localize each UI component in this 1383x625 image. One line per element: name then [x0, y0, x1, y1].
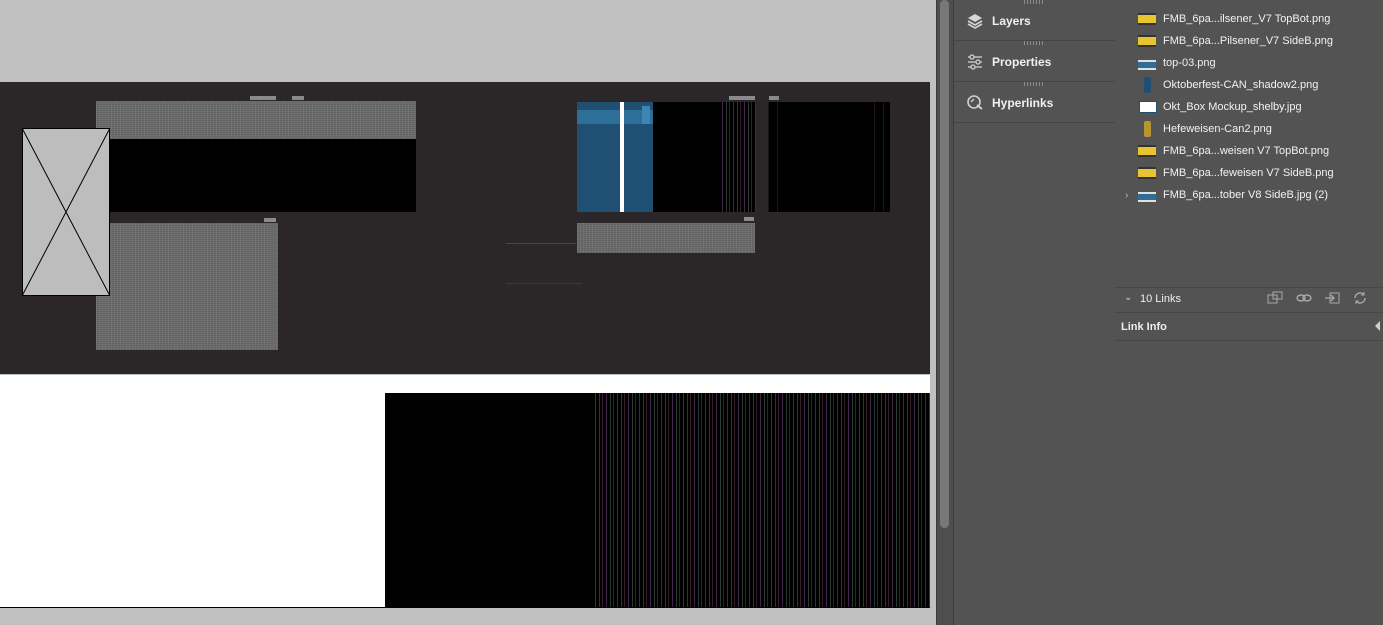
- panel-tab-layers[interactable]: Layers: [954, 2, 1115, 41]
- chain-link-icon: [965, 93, 985, 113]
- update-link-icon[interactable]: [1352, 291, 1368, 307]
- link-name: FMB_6pa...Pilsener_V7 SideB.png: [1163, 35, 1333, 47]
- blue-label-thumbnail: [1138, 192, 1156, 202]
- guide-line: [506, 243, 576, 244]
- links-count: 10 Links: [1140, 293, 1181, 305]
- label-emblem: [642, 106, 650, 124]
- blue-label-thumbnail: [1138, 60, 1156, 70]
- link-name: Hefeweisen-Can2.png: [1163, 123, 1272, 135]
- chevron-right-icon[interactable]: ›: [1125, 190, 1128, 201]
- link-name: FMB_6pa...ilsener_V7 TopBot.png: [1163, 13, 1331, 25]
- go-to-link-icon[interactable]: [1324, 291, 1340, 307]
- panel-tab-hyperlinks[interactable]: Hyperlinks: [954, 84, 1115, 123]
- link-item[interactable]: Okt_Box Mockup_shelby.jpg: [1115, 96, 1383, 118]
- triangle-left-icon[interactable]: [1375, 321, 1380, 331]
- link-name: FMB_6pa...feweisen V7 SideB.png: [1163, 167, 1334, 179]
- link-item[interactable]: FMB_6pa...feweisen V7 SideB.png: [1115, 162, 1383, 184]
- gold-can-thumbnail: [1144, 121, 1151, 137]
- document-canvas[interactable]: [0, 0, 936, 625]
- blue-can-thumbnail: [1144, 77, 1151, 93]
- panel-tab-label: Hyperlinks: [992, 96, 1054, 110]
- panel-tab-label: Layers: [992, 14, 1031, 28]
- striped-image-block[interactable]: [595, 393, 930, 607]
- frame-handle[interactable]: [729, 96, 755, 100]
- yellow-label-thumbnail: [1138, 167, 1156, 179]
- links-panel-footer: ⌄ 10 Links: [1115, 287, 1383, 313]
- link-item[interactable]: Hefeweisen-Can2.png: [1115, 118, 1383, 140]
- striped-image-frame[interactable]: [768, 102, 782, 212]
- link-name: FMB_6pa...tober V8 SideB.jpg (2): [1163, 189, 1329, 201]
- frame-handle[interactable]: [292, 96, 304, 100]
- link-name: top-03.png: [1163, 57, 1216, 69]
- black-image-frame[interactable]: [653, 102, 723, 212]
- image-frame-gray-strip[interactable]: [96, 101, 416, 139]
- panel-tab-properties[interactable]: Properties: [954, 43, 1115, 82]
- panel-dock: Layers Properties Hyperlinks: [953, 0, 1116, 625]
- relink-icon[interactable]: [1296, 291, 1312, 307]
- spread-top[interactable]: [0, 82, 930, 374]
- frame-handle[interactable]: [264, 218, 276, 222]
- relink-from-cc-icon[interactable]: [1267, 291, 1283, 307]
- image-frame-gray-box[interactable]: [96, 223, 278, 350]
- links-panel: FMB_6pa...ilsener_V7 TopBot.png FMB_6pa.…: [1115, 0, 1383, 625]
- scrollbar-thumb[interactable]: [940, 0, 949, 528]
- black-image-frame[interactable]: [782, 102, 874, 212]
- link-item[interactable]: top-03.png: [1115, 52, 1383, 74]
- black-image-block[interactable]: [385, 393, 595, 607]
- chevron-down-icon[interactable]: ⌄: [1124, 292, 1132, 303]
- spread-bottom[interactable]: [0, 375, 930, 608]
- link-item[interactable]: FMB_6pa...ilsener_V7 TopBot.png: [1115, 8, 1383, 30]
- link-item[interactable]: FMB_6pa...Pilsener_V7 SideB.png: [1115, 30, 1383, 52]
- link-name: Oktoberfest-CAN_shadow2.png: [1163, 79, 1319, 91]
- vertical-scrollbar[interactable]: [936, 0, 953, 625]
- link-item[interactable]: Oktoberfest-CAN_shadow2.png: [1115, 74, 1383, 96]
- striped-image-frame[interactable]: [722, 102, 756, 212]
- empty-graphic-frame[interactable]: [22, 128, 110, 296]
- panel-tab-label: Properties: [992, 55, 1052, 69]
- guide-line: [506, 283, 582, 284]
- yellow-label-thumbnail: [1138, 35, 1156, 47]
- link-name: Okt_Box Mockup_shelby.jpg: [1163, 101, 1302, 113]
- image-frame-black-band[interactable]: [96, 139, 416, 212]
- striped-image-frame[interactable]: [874, 102, 890, 212]
- link-info-label: Link Info: [1121, 321, 1167, 333]
- yellow-label-thumbnail: [1138, 145, 1156, 157]
- label-divider: [620, 102, 624, 212]
- frame-handle[interactable]: [744, 217, 754, 221]
- yellow-label-thumbnail: [1138, 13, 1156, 25]
- link-info-section[interactable]: Link Info: [1115, 316, 1383, 341]
- box-mockup-thumbnail: [1139, 101, 1157, 113]
- sliders-icon: [965, 52, 985, 72]
- image-frame-gray-bar[interactable]: [577, 223, 755, 253]
- link-item[interactable]: FMB_6pa...weisen V7 TopBot.png: [1115, 140, 1383, 162]
- link-name: FMB_6pa...weisen V7 TopBot.png: [1163, 145, 1330, 157]
- oktoberfest-label-image[interactable]: [577, 102, 653, 212]
- link-item[interactable]: › FMB_6pa...tober V8 SideB.jpg (2): [1115, 184, 1383, 206]
- layers-icon: [965, 11, 985, 31]
- frame-handle[interactable]: [250, 96, 276, 100]
- frame-handle[interactable]: [769, 96, 779, 100]
